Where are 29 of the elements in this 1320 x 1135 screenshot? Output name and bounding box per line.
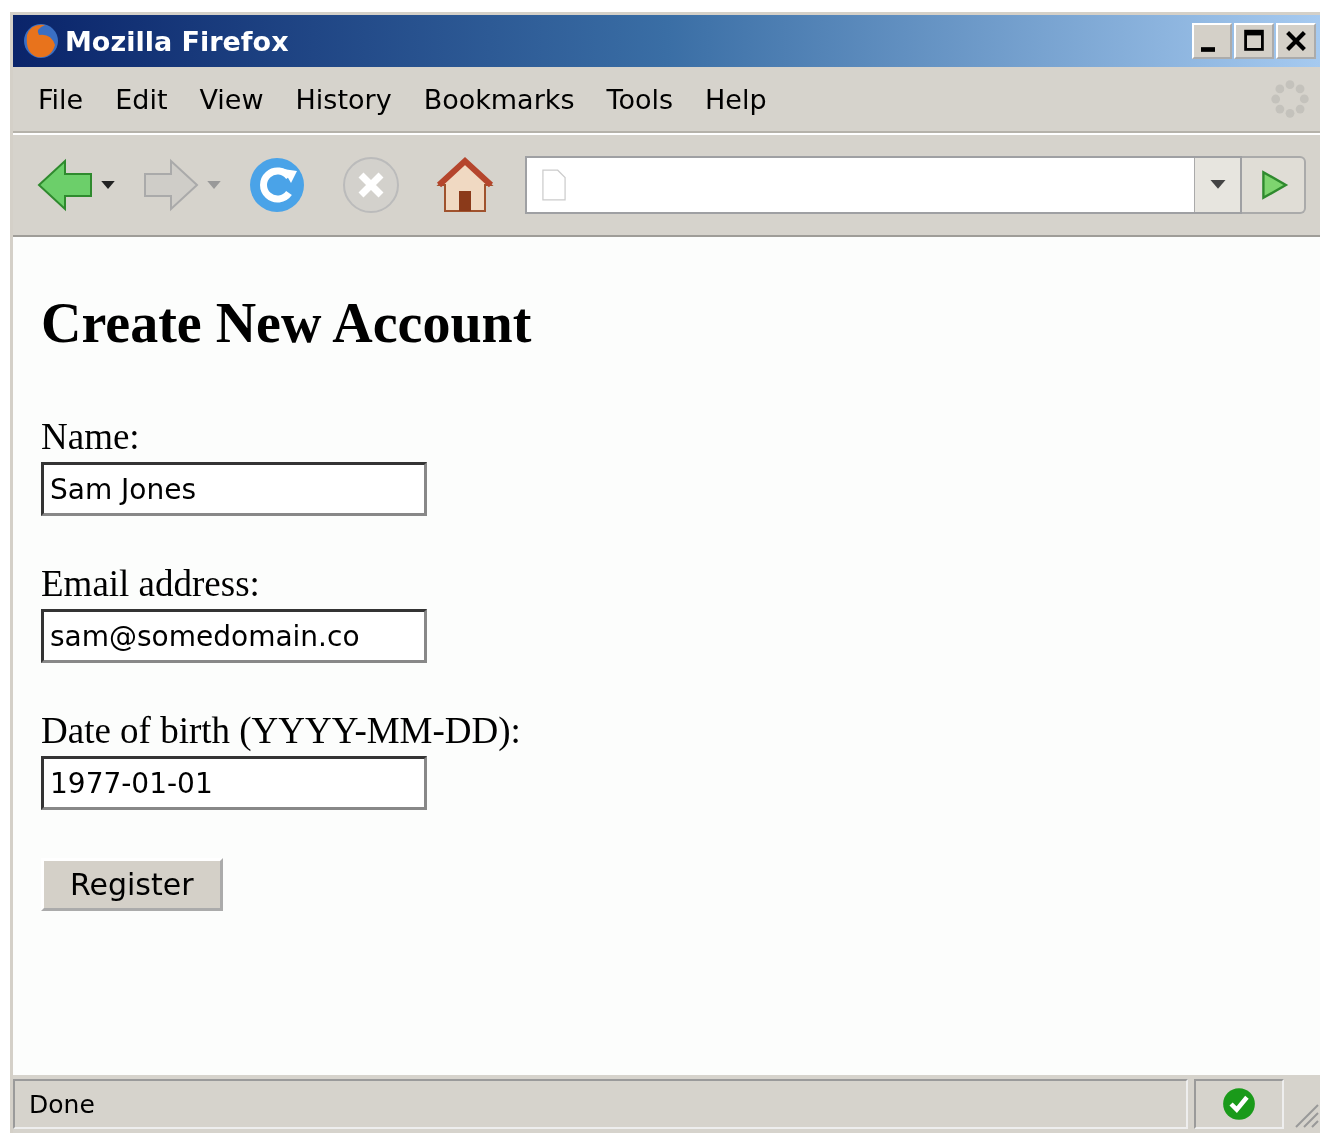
maximize-button[interactable] xyxy=(1234,23,1274,59)
status-text: Done xyxy=(29,1089,95,1119)
field-label: Name: xyxy=(41,415,141,458)
window-title: Mozilla Firefox xyxy=(65,25,290,57)
dropdown-arrow-icon[interactable] xyxy=(101,180,115,190)
register-button[interactable]: Register xyxy=(41,858,223,911)
page-heading: Create New Account xyxy=(41,291,532,355)
address-field[interactable] xyxy=(525,156,1242,214)
menu-item[interactable]: Bookmarks xyxy=(412,79,586,119)
minimize-button[interactable] xyxy=(1192,23,1232,59)
caret-icon xyxy=(1209,180,1226,190)
close-button[interactable] xyxy=(1276,23,1316,59)
menu-item[interactable]: Edit xyxy=(104,79,179,119)
menu-item[interactable]: View xyxy=(188,79,275,119)
input-field[interactable]: 1977-01-01 xyxy=(41,756,427,810)
go-button[interactable] xyxy=(1242,156,1306,214)
globe-icon xyxy=(21,21,61,61)
dropdown-button[interactable] xyxy=(1194,158,1240,212)
menu-item[interactable]: File xyxy=(27,79,95,119)
minimize-icon xyxy=(1201,47,1215,52)
field-label: Date of birth (YYYY-MM-DD): xyxy=(41,709,521,752)
menu-item[interactable]: History xyxy=(284,79,403,119)
input-field[interactable]: Sam Jones xyxy=(41,462,427,516)
check-icon xyxy=(1222,1087,1256,1121)
menu-item[interactable]: Help xyxy=(694,79,778,119)
field-label: Email address: xyxy=(41,562,261,605)
input-field[interactable]: sam@somedomain.co xyxy=(41,609,427,663)
page-icon xyxy=(541,169,567,201)
menu-item[interactable]: Tools xyxy=(595,79,684,119)
